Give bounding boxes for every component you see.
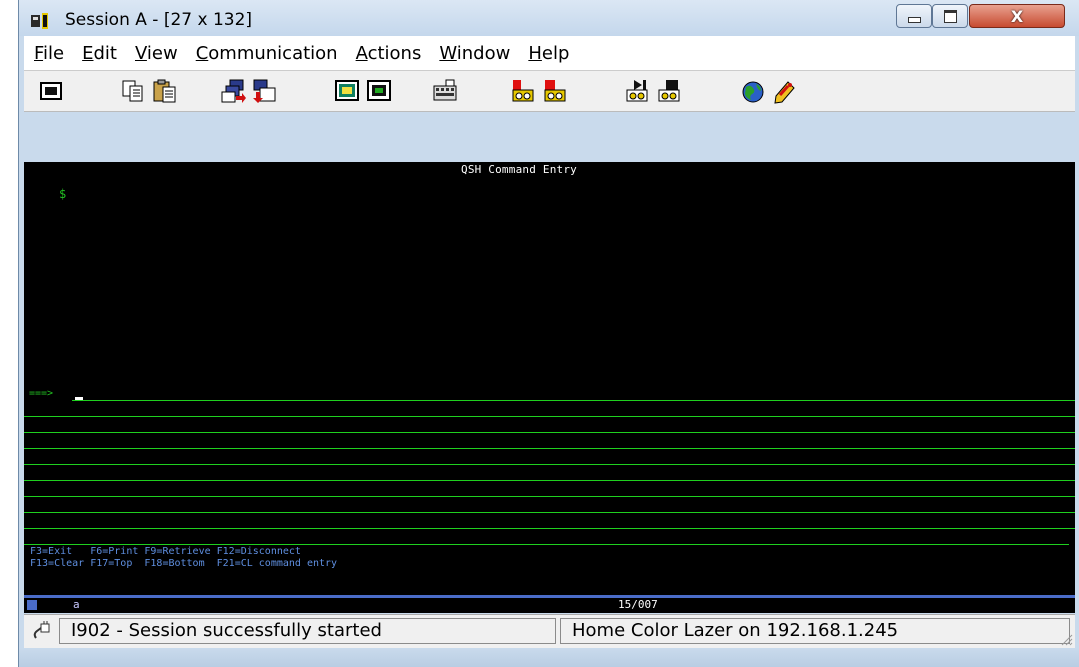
send-file-icon[interactable] bbox=[220, 78, 246, 104]
title-bar[interactable]: Session A - [27 x 132] X bbox=[19, 0, 1079, 36]
command-entry-line[interactable] bbox=[72, 400, 1075, 401]
session-letter: a bbox=[73, 598, 80, 611]
emulator-window: Session A - [27 x 132] X File Edit View … bbox=[18, 0, 1079, 667]
close-icon: X bbox=[1010, 6, 1024, 26]
command-entry-line[interactable] bbox=[24, 544, 1069, 545]
command-entry-line[interactable] bbox=[24, 496, 1075, 497]
command-entry-line[interactable] bbox=[24, 448, 1075, 449]
window-title: Session A - [27 x 132] bbox=[65, 10, 253, 30]
function-keys: F3=Exit F6=Print F9=Retrieve F12=Disconn… bbox=[30, 546, 337, 570]
keyboard-map-icon[interactable] bbox=[366, 78, 392, 104]
window-bottom-frame bbox=[19, 648, 1079, 667]
command-entry-line[interactable] bbox=[24, 464, 1075, 465]
status-message: I902 - Session successfully started bbox=[59, 618, 556, 644]
function-keys-line: F3=Exit F6=Print F9=Retrieve F12=Disconn… bbox=[30, 546, 301, 557]
command-entry-line[interactable] bbox=[24, 416, 1075, 417]
receive-file-icon[interactable] bbox=[252, 78, 278, 104]
menu-help-label: elp bbox=[541, 42, 570, 64]
cursor-position: 15/007 bbox=[618, 598, 658, 611]
screen-title: QSH Command Entry bbox=[461, 163, 577, 176]
menu-view[interactable]: View bbox=[135, 43, 178, 64]
menu-bar: File Edit View Communication Actions Win… bbox=[24, 36, 1075, 70]
session-indicator-icon bbox=[27, 600, 37, 610]
connection-plug-icon bbox=[33, 621, 50, 639]
minimize-button[interactable] bbox=[896, 4, 932, 28]
maximize-icon bbox=[943, 9, 957, 23]
command-arrow: ===> bbox=[29, 388, 54, 399]
menu-communication[interactable]: Communication bbox=[196, 43, 338, 64]
menu-window-label: indow bbox=[456, 42, 511, 64]
command-entry-line[interactable] bbox=[24, 432, 1075, 433]
shell-prompt: $ bbox=[59, 187, 67, 201]
menu-edit[interactable]: Edit bbox=[82, 43, 117, 64]
record-macro-icon[interactable] bbox=[510, 78, 536, 104]
menu-file[interactable]: File bbox=[34, 43, 64, 64]
menu-communication-accelerator: C bbox=[195, 42, 209, 64]
menu-help[interactable]: Help bbox=[528, 43, 569, 64]
command-entry-line[interactable] bbox=[24, 512, 1075, 513]
display-icon[interactable] bbox=[334, 78, 360, 104]
globe-icon[interactable] bbox=[740, 78, 766, 104]
command-entry-line[interactable] bbox=[24, 528, 1075, 529]
print-screen-icon[interactable] bbox=[38, 78, 64, 104]
printer-status: Home Color Lazer on 192.168.1.245 bbox=[560, 618, 1070, 644]
command-entry-line[interactable] bbox=[24, 480, 1075, 481]
menu-edit-label: dit bbox=[93, 42, 117, 64]
status-bar: I902 - Session successfully started Home… bbox=[24, 614, 1075, 648]
help-icon[interactable] bbox=[772, 78, 798, 104]
close-button[interactable]: X bbox=[969, 4, 1065, 28]
menu-actions-label: ctions bbox=[367, 42, 422, 64]
menu-actions[interactable]: Actions bbox=[356, 43, 422, 64]
maximize-button[interactable] bbox=[932, 4, 968, 28]
toolbar bbox=[24, 70, 1075, 112]
operator-info-area: a 15/007 bbox=[24, 598, 1075, 613]
menu-window[interactable]: Window bbox=[439, 43, 510, 64]
menu-view-accelerator: V bbox=[134, 42, 147, 64]
menu-file-accelerator: F bbox=[34, 42, 44, 64]
minimize-icon bbox=[907, 17, 921, 23]
menu-help-accelerator: H bbox=[528, 42, 542, 64]
menu-view-label: iew bbox=[146, 42, 178, 64]
paste-icon[interactable] bbox=[152, 78, 178, 104]
macro-icon[interactable] bbox=[656, 78, 682, 104]
function-keys-line: F13=Clear F17=Top F18=Bottom F21=CL comm… bbox=[30, 558, 338, 569]
keypad-icon[interactable] bbox=[432, 78, 458, 104]
menu-edit-accelerator: E bbox=[82, 42, 94, 64]
stop-macro-icon[interactable] bbox=[542, 78, 568, 104]
copy-icon[interactable] bbox=[120, 78, 146, 104]
session-app-icon bbox=[31, 13, 48, 29]
menu-file-label: ile bbox=[43, 42, 65, 64]
menu-window-accelerator: W bbox=[439, 42, 457, 64]
terminal-screen[interactable]: QSH Command Entry $ ===> F3=Exit F6=Prin… bbox=[24, 162, 1075, 595]
menu-actions-accelerator: A bbox=[355, 42, 368, 64]
play-macro-icon[interactable] bbox=[624, 78, 650, 104]
resize-grip-icon[interactable] bbox=[1059, 632, 1073, 646]
menu-communication-label: ommunication bbox=[208, 42, 338, 64]
